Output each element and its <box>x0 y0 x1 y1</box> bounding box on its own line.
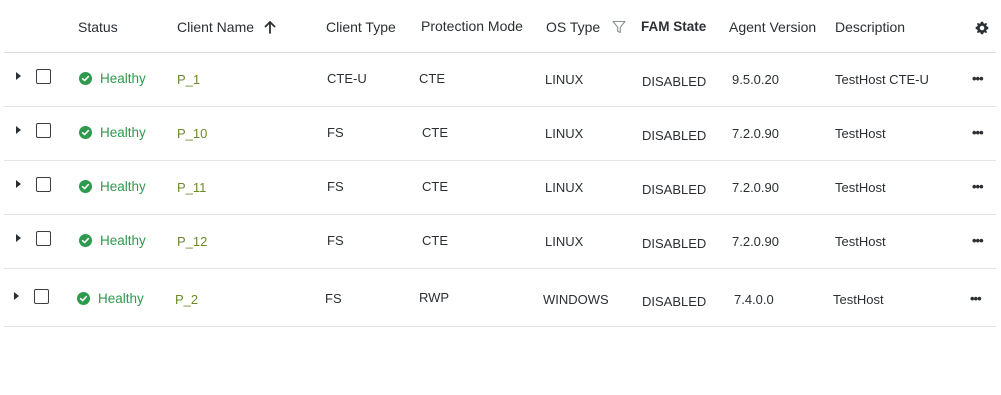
caret-right-icon[interactable] <box>16 180 21 188</box>
check-circle-icon <box>77 292 90 305</box>
column-header-description[interactable]: Description <box>835 19 905 35</box>
ellipsis-icon[interactable]: ••• <box>972 233 984 248</box>
column-header-client-type[interactable]: Client Type <box>326 19 396 35</box>
agent-version: 9.5.0.20 <box>732 72 779 87</box>
description: TestHost <box>835 180 886 195</box>
table-header: Status Client Name Client Type Protectio… <box>4 0 996 53</box>
description: TestHost <box>835 234 886 249</box>
column-label: Client Name <box>177 19 255 35</box>
fam-state: DISABLED <box>642 74 707 89</box>
row-checkbox[interactable] <box>36 231 51 246</box>
agent-version: 7.4.0.0 <box>734 292 774 307</box>
protection-mode: CTE <box>422 125 448 140</box>
agent-version: 7.2.0.90 <box>732 126 779 141</box>
table-row[interactable]: Healthy P_10 FS CTE LINUX DISABLED 7.2.0… <box>4 107 996 161</box>
column-label: Status <box>78 19 118 35</box>
status-badge: Healthy <box>79 71 146 86</box>
ellipsis-icon[interactable]: ••• <box>970 291 982 306</box>
fam-state: DISABLED <box>642 128 707 143</box>
description: TestHost CTE-U <box>835 72 929 87</box>
os-type: LINUX <box>545 126 584 141</box>
ellipsis-icon[interactable]: ••• <box>972 125 984 140</box>
status-badge: Healthy <box>77 291 144 306</box>
caret-right-icon[interactable] <box>16 234 21 242</box>
caret-right-icon[interactable] <box>16 126 21 134</box>
protection-mode: RWP <box>419 290 450 305</box>
table-row[interactable]: Healthy P_1 CTE-U CTE LINUX DISABLED 9.5… <box>4 53 996 107</box>
funnel-icon[interactable] <box>612 20 626 34</box>
column-header-fam-state[interactable]: FAM State <box>641 19 706 34</box>
column-label: FAM State <box>641 19 707 34</box>
os-type: LINUX <box>545 234 584 249</box>
column-header-os-type[interactable]: OS Type <box>546 19 626 35</box>
os-type: LINUX <box>545 72 584 87</box>
client-name-link[interactable]: P_11 <box>177 180 206 195</box>
arrow-up-icon[interactable] <box>264 20 276 34</box>
status-badge: Healthy <box>79 233 146 248</box>
client-type: FS <box>327 125 344 140</box>
client-type: FS <box>327 179 344 194</box>
column-label: Agent Version <box>729 19 817 35</box>
table-row[interactable]: Healthy P_2 FS RWP WINDOWS DISABLED 7.4.… <box>4 269 996 327</box>
ellipsis-icon[interactable]: ••• <box>972 179 984 194</box>
column-header-status[interactable]: Status <box>78 19 118 35</box>
check-circle-icon <box>79 72 92 85</box>
protection-mode: CTE <box>422 179 448 194</box>
caret-right-icon[interactable] <box>14 292 19 300</box>
column-label: Client Type <box>326 19 396 35</box>
fam-state: DISABLED <box>642 294 707 309</box>
row-checkbox[interactable] <box>36 69 51 84</box>
table-row[interactable]: Healthy P_12 FS CTE LINUX DISABLED 7.2.0… <box>4 215 996 269</box>
status-badge: Healthy <box>79 125 146 140</box>
column-header-client-name[interactable]: Client Name <box>177 19 276 35</box>
os-type: WINDOWS <box>543 292 609 307</box>
client-name-link[interactable]: P_10 <box>177 126 207 141</box>
client-name-link[interactable]: P_2 <box>175 292 198 307</box>
column-header-protection-mode[interactable]: Protection Mode <box>421 18 523 34</box>
row-checkbox[interactable] <box>36 177 51 192</box>
gear-icon[interactable] <box>975 21 989 35</box>
client-name-link[interactable]: P_1 <box>177 72 200 87</box>
check-circle-icon <box>79 234 92 247</box>
caret-right-icon[interactable] <box>16 72 21 80</box>
client-type: FS <box>325 291 342 306</box>
status-label: Healthy <box>98 291 144 306</box>
status-label: Healthy <box>100 233 146 248</box>
client-type: FS <box>327 233 344 248</box>
status-label: Healthy <box>100 179 146 194</box>
client-name-link[interactable]: P_12 <box>177 234 207 249</box>
os-type: LINUX <box>545 180 584 195</box>
clients-table: Status Client Name Client Type Protectio… <box>0 0 1001 395</box>
row-checkbox[interactable] <box>36 123 51 138</box>
agent-version: 7.2.0.90 <box>732 234 779 249</box>
ellipsis-icon[interactable]: ••• <box>972 71 984 86</box>
row-checkbox[interactable] <box>34 289 49 304</box>
protection-mode: CTE <box>422 233 448 248</box>
column-label: OS Type <box>546 19 601 35</box>
check-circle-icon <box>79 180 92 193</box>
protection-mode: CTE <box>419 71 445 86</box>
column-header-agent-version[interactable]: Agent Version <box>729 19 816 35</box>
column-label: Description <box>835 19 906 35</box>
fam-state: DISABLED <box>642 236 707 251</box>
column-label: Protection Mode <box>421 18 523 34</box>
agent-version: 7.2.0.90 <box>732 180 779 195</box>
status-label: Healthy <box>100 125 146 140</box>
table-row[interactable]: Healthy P_11 FS CTE LINUX DISABLED 7.2.0… <box>4 161 996 215</box>
fam-state: DISABLED <box>642 182 707 197</box>
client-type: CTE-U <box>327 71 367 86</box>
description: TestHost <box>835 126 886 141</box>
status-label: Healthy <box>100 71 146 86</box>
check-circle-icon <box>79 126 92 139</box>
status-badge: Healthy <box>79 179 146 194</box>
description: TestHost <box>833 292 884 307</box>
